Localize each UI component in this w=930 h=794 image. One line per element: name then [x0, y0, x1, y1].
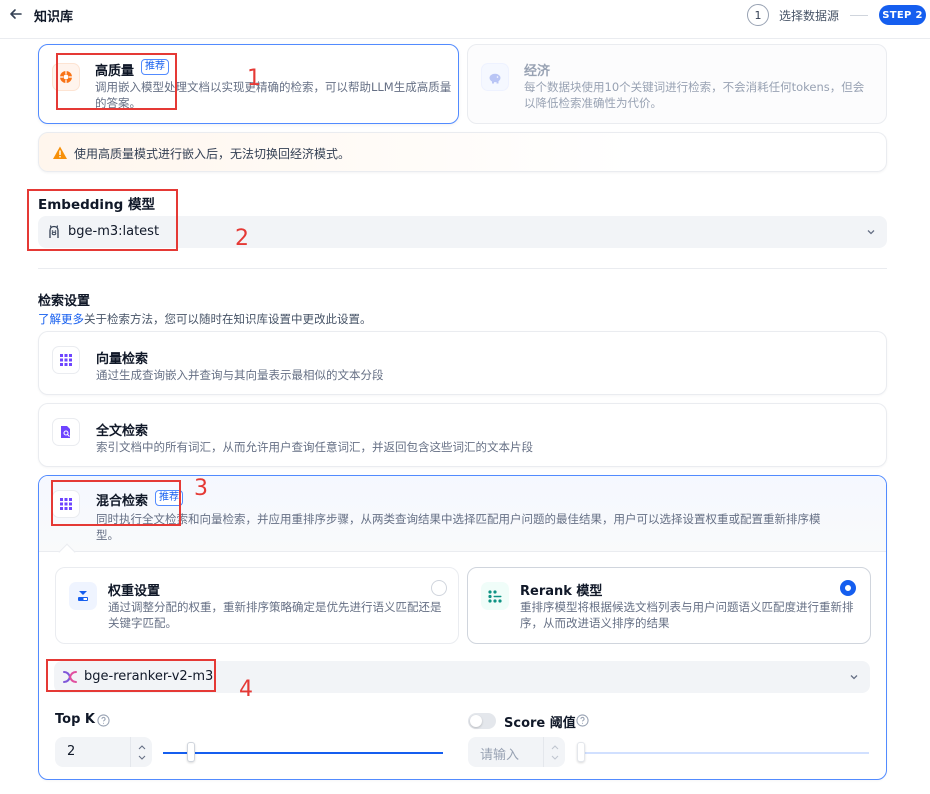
weight-settings-option[interactable]: 权重设置 通过调整分配的权重，重新排序策略确定是优先进行语义匹配还是关键字匹配。	[55, 567, 459, 644]
hybrid-desc-line1: 同时执行全文检索和向量检索，并应用重排序步骤，从两类查询结果中选择匹配用户问题的…	[96, 512, 821, 526]
retrieval-settings-desc: 了解更多关于检索方法，您可以随时在知识库设置中更改此设置。	[38, 311, 372, 327]
annotation-box-2	[27, 189, 178, 251]
economy-desc: 每个数据块使用10个关键词进行检索，不会消耗任何tokens，但会以降低检索准确…	[524, 80, 865, 110]
annotation-box-3	[51, 480, 181, 526]
annotation-number-4: 4	[239, 677, 253, 702]
top-k-label: Top K	[55, 712, 95, 727]
economy-title: 经济	[524, 64, 551, 79]
annotation-number-2: 2	[235, 226, 249, 251]
vector-search-desc: 通过生成查询嵌入并查询与其向量表示最相似的文本分段	[96, 368, 384, 382]
help-circle-icon[interactable]	[97, 714, 110, 727]
rerank-model-desc: 重排序模型将根据候选文档列表与用户问题语义匹配度进行重新排序，从而改进语义排序的…	[520, 600, 854, 630]
top-k-input[interactable]: 2	[55, 737, 152, 767]
rerank-dots-icon	[481, 582, 509, 610]
chevron-down-icon	[850, 675, 858, 680]
hybrid-desc-line2: 型。	[96, 528, 119, 542]
score-threshold-placeholder: 请输入	[480, 748, 520, 763]
help-circle-icon[interactable]	[576, 714, 589, 727]
balance-icon	[69, 582, 97, 610]
score-threshold-input[interactable]: 请输入	[468, 737, 565, 767]
top-k-slider-thumb[interactable]	[187, 742, 195, 762]
back-arrow-icon[interactable]	[8, 6, 24, 22]
vector-grid-icon	[52, 346, 80, 374]
fulltext-search-desc: 索引文档中的所有词汇，从而允许用户查询任意词汇，并返回包含这些词汇的文本片段	[96, 440, 533, 454]
score-threshold-label: Score 阈值	[504, 716, 576, 731]
annotation-box-1	[56, 53, 177, 110]
stepper-chevrons-icon	[138, 745, 146, 760]
rerank-model-radio[interactable]	[840, 580, 856, 596]
annotation-box-4	[46, 659, 216, 692]
document-search-icon	[52, 418, 80, 446]
rerank-model-title: Rerank 模型	[520, 584, 603, 599]
score-slider-track[interactable]	[579, 752, 869, 754]
annotation-number-1: 1	[247, 66, 261, 91]
vector-search-card[interactable]: 向量检索 通过生成查询嵌入并查询与其向量表示最相似的文本分段	[38, 331, 887, 395]
top-k-stepper[interactable]	[130, 737, 152, 767]
step1-indicator: 1	[747, 4, 769, 26]
step2-badge: STEP 2	[879, 5, 926, 25]
learn-more-link[interactable]: 了解更多	[38, 312, 84, 326]
vector-search-title: 向量检索	[96, 352, 149, 367]
step-connector	[850, 15, 868, 16]
rerank-model-option[interactable]: Rerank 模型 重排序模型将根据候选文档列表与用户问题语义匹配度进行重新排序…	[467, 567, 871, 644]
score-threshold-toggle[interactable]	[468, 713, 496, 729]
header-divider	[0, 38, 930, 39]
top-k-value: 2	[67, 744, 76, 759]
top-k-slider-track[interactable]	[163, 752, 443, 754]
fulltext-search-title: 全文检索	[96, 424, 149, 439]
section-divider	[38, 268, 887, 269]
retrieval-desc-text: 关于检索方法，您可以随时在知识库设置中更改此设置。	[84, 312, 372, 326]
hybrid-search-desc: 同时执行全文检索和向量检索，并应用重排序步骤，从两类查询结果中选择匹配用户问题的…	[96, 511, 886, 543]
mode-warning: 使用高质量模式进行嵌入后，无法切换回经济模式。	[38, 132, 887, 172]
warning-text: 使用高质量模式进行嵌入后，无法切换回经济模式。	[74, 147, 351, 161]
score-slider-thumb[interactable]	[577, 742, 585, 762]
retrieval-settings-title: 检索设置	[38, 294, 91, 309]
weight-settings-radio[interactable]	[431, 580, 447, 596]
weight-settings-title: 权重设置	[108, 584, 161, 599]
annotation-number-3: 3	[194, 476, 208, 501]
weight-settings-desc: 通过调整分配的权重，重新排序策略确定是优先进行语义匹配还是关键字匹配。	[108, 600, 442, 630]
fulltext-search-card[interactable]: 全文检索 索引文档中的所有词汇，从而允许用户查询任意词汇，并返回包含这些词汇的文…	[38, 403, 887, 467]
step1-label: 选择数据源	[779, 9, 840, 23]
warning-triangle-icon	[53, 146, 67, 159]
chevron-down-icon	[867, 230, 875, 235]
piggy-bank-icon	[481, 63, 509, 91]
top-bar: 知识库 1 选择数据源 STEP 2	[0, 0, 930, 32]
page-title: 知识库	[34, 10, 74, 25]
score-stepper[interactable]	[543, 737, 565, 767]
index-mode-economy-card[interactable]: 经济 每个数据块使用10个关键词进行检索，不会消耗任何tokens，但会以降低检…	[467, 44, 887, 124]
stepper-chevrons-icon	[551, 745, 559, 760]
